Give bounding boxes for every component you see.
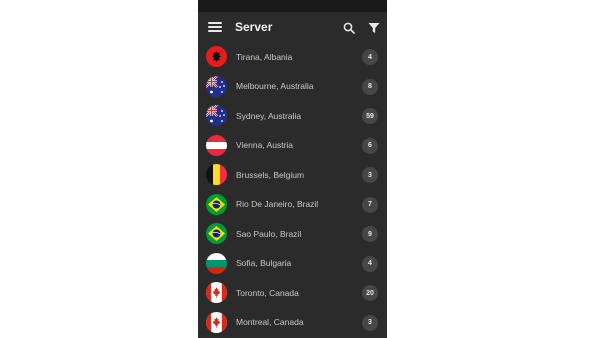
server-count-badge: 4 [362, 255, 378, 272]
server-list-item[interactable]: Rio De Janeiro, Brazil 7 [198, 190, 387, 220]
brazil-flag-icon [206, 193, 227, 215]
server-list-item[interactable]: Brussels, Belgium 3 [198, 160, 387, 190]
server-city-label: Toronto, Canada [236, 287, 299, 298]
server-city-label: Rio De Janeiro, Brazil [236, 199, 319, 210]
server-count-badge: 20 [362, 285, 378, 301]
australia-flag-icon [206, 75, 227, 97]
menu-icon[interactable] [208, 22, 222, 32]
server-list-item[interactable]: Toronto, Canada 20 [198, 278, 387, 308]
brazil-flag-icon [206, 223, 227, 245]
server-city-label: Montreal, Canada [236, 317, 304, 328]
server-city-label: Sofia, Bulgaria [236, 258, 292, 269]
server-city-label: Tirana, Albania [236, 51, 293, 62]
server-list-item[interactable]: Vienna, Austria 6 [198, 131, 387, 161]
australia-flag-icon [206, 105, 227, 127]
server-city-label: Melbourne, Australia [236, 81, 314, 92]
server-list-item[interactable]: Montreal, Canada 3 [198, 308, 387, 338]
server-city-label: Brussels, Belgium [236, 169, 305, 180]
server-count-badge: 59 [362, 108, 378, 124]
search-icon[interactable] [343, 21, 355, 34]
page-title: Server [235, 20, 273, 34]
belgium-flag-icon [206, 164, 227, 186]
server-count-badge: 3 [362, 167, 378, 183]
server-count-badge: 7 [362, 196, 378, 213]
canada-flag-icon [206, 282, 227, 304]
server-list-item[interactable]: Sofia, Bulgaria 4 [198, 249, 387, 279]
server-list-item[interactable]: Melbourne, Australia 8 [198, 72, 387, 102]
app-bar: Server [198, 12, 387, 42]
server-list-item[interactable]: Tirana, Albania 4 [198, 42, 387, 72]
status-bar [198, 0, 387, 12]
bulgaria-flag-icon [206, 252, 227, 274]
server-list-item[interactable]: Sao Paulo, Brazil 9 [198, 219, 387, 249]
server-count-badge: 9 [362, 226, 378, 242]
filter-icon[interactable] [368, 21, 380, 33]
server-list-item[interactable]: Sydney, Australia 59 [198, 101, 387, 131]
server-city-label: Sao Paulo, Brazil [236, 228, 302, 239]
server-count-badge: 6 [362, 137, 378, 154]
canada-flag-icon [206, 311, 227, 333]
phone-screen: Server Tirana, Albania 4 Melbourne, Austra… [198, 0, 387, 338]
server-city-label: Vienna, Austria [236, 140, 294, 151]
server-city-label: Sydney, Australia [236, 110, 302, 121]
albania-flag-icon [206, 46, 227, 68]
austria-flag-icon [206, 134, 227, 156]
server-count-badge: 8 [362, 78, 378, 95]
server-count-badge: 3 [362, 314, 378, 331]
server-list: Tirana, Albania 4 Melbourne, Australia 8 Syd… [198, 42, 387, 337]
server-count-badge: 4 [362, 49, 378, 65]
